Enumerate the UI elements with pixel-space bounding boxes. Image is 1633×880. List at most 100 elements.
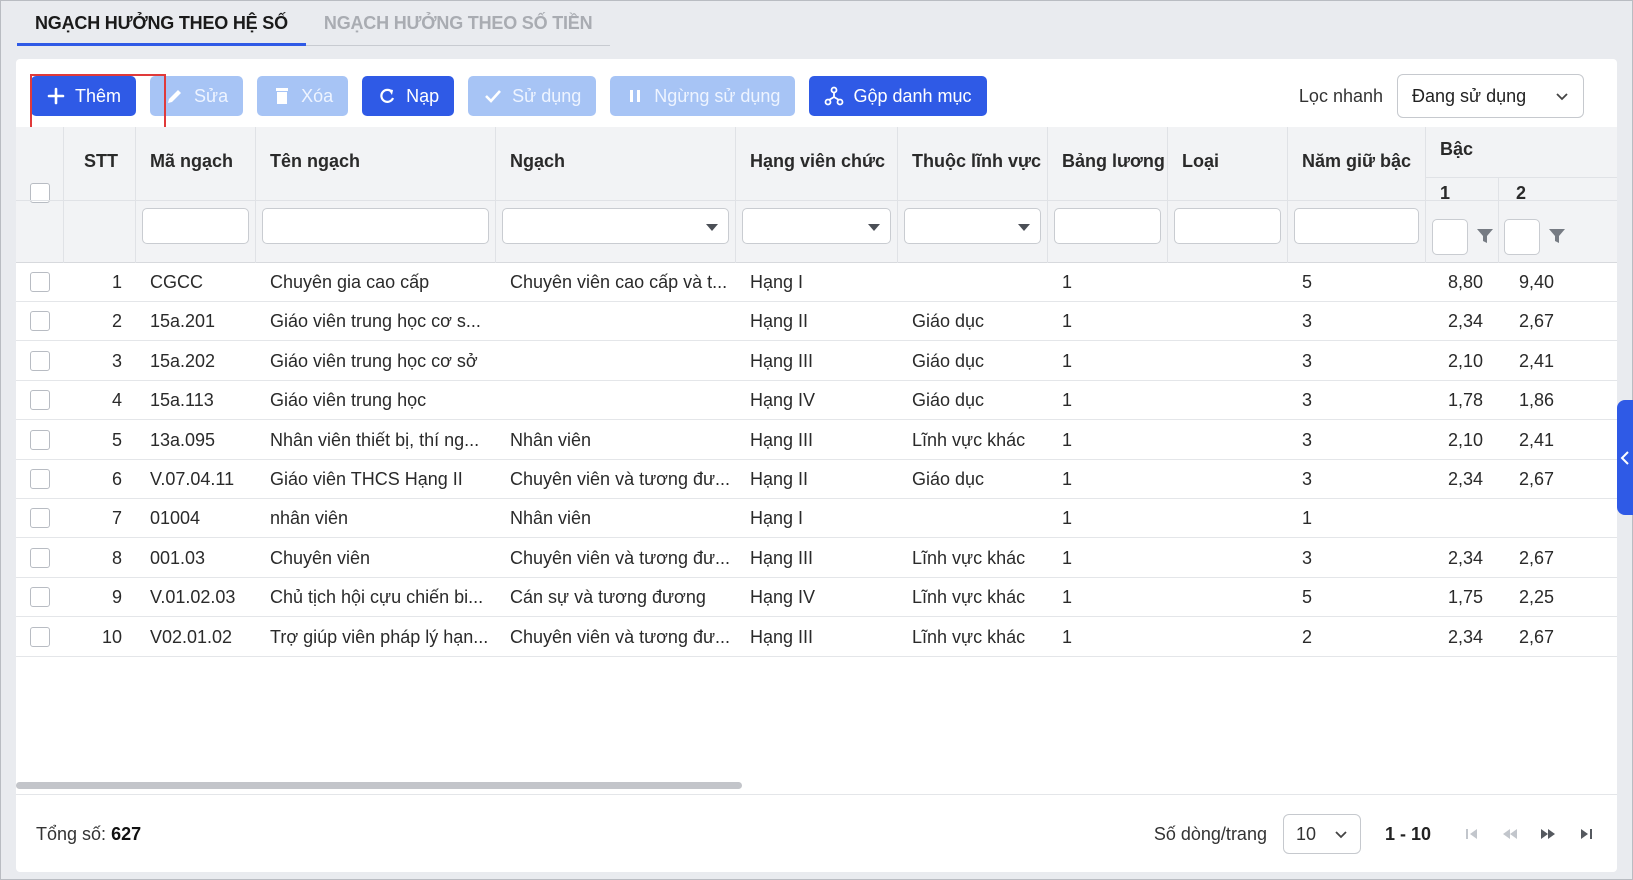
check-icon — [485, 90, 502, 103]
next-page-icon[interactable] — [1537, 823, 1559, 845]
delete-button[interactable]: Xóa — [257, 76, 349, 116]
cell-stt: 2 — [111, 311, 122, 332]
filter-nam-giu-bac[interactable] — [1294, 208, 1419, 244]
stop-use-button[interactable]: Ngừng sử dụng — [610, 76, 796, 116]
table-row[interactable]: 6 V.07.04.11 Giáo viên THCS Hạng II Chuyên … — [16, 460, 1617, 499]
table-row[interactable]: 9 V.01.02.03 Chủ tịch hội cựu chiến bi... C… — [16, 578, 1617, 618]
cell-stt: 1 — [111, 272, 122, 292]
caret-down-icon — [868, 224, 880, 231]
cell-linh-vuc — [912, 263, 1044, 302]
use-button-label: Sử dụng — [512, 85, 582, 106]
table-row[interactable]: 7 01004 nhân viên Nhân viên Hạng I 1 1 — [16, 499, 1617, 539]
cell-stt: 8 — [111, 547, 122, 568]
cell-ma: V02.01.02 — [150, 626, 233, 647]
cell-loai — [1182, 342, 1282, 381]
chevron-down-icon — [1556, 93, 1568, 101]
cell-b2: 2,67 — [1518, 469, 1554, 489]
cell-ten: Trợ giúp viên pháp lý hạn... — [270, 626, 489, 647]
use-button[interactable]: Sử dụng — [468, 76, 597, 116]
filter-ten-ngach[interactable] — [262, 208, 489, 244]
row-checkbox[interactable] — [30, 429, 50, 450]
cell-nam: 1 — [1302, 508, 1313, 529]
header-ma-ngach: Mã ngạch — [136, 127, 256, 263]
pencil-icon — [168, 90, 182, 103]
edit-button-label: Sửa — [194, 85, 229, 106]
cell-b1 — [1426, 499, 1483, 538]
cell-nam: 3 — [1302, 429, 1313, 450]
funnel-icon[interactable] — [1548, 227, 1566, 245]
cell-ngach — [510, 342, 732, 381]
scrollbar-thumb[interactable] — [16, 782, 742, 789]
last-page-icon[interactable] — [1575, 823, 1597, 845]
filter-bac-1[interactable] — [1432, 219, 1468, 255]
cell-b2: 2,41 — [1518, 429, 1554, 450]
filter-bang-luong[interactable] — [1054, 208, 1161, 244]
cell-stt: 5 — [111, 429, 122, 450]
cell-loai — [1182, 302, 1282, 341]
reload-button[interactable]: Nạp — [362, 76, 455, 116]
cell-bang-luong: 1 — [1062, 508, 1073, 529]
quick-filter-select[interactable]: Đang sử dụng — [1397, 74, 1584, 118]
tab-so-tien[interactable]: NGẠCH HƯỞNG THEO SỐ TIỀN — [305, 0, 611, 46]
header-ngach-label: Ngạch — [510, 151, 566, 171]
cell-ngach: Nhân viên — [510, 429, 592, 450]
header-linh-vuc: Thuộc lĩnh vực — [898, 127, 1048, 263]
cell-b1: 2,10 — [1447, 350, 1483, 371]
cell-b2: 9,40 — [1518, 272, 1554, 292]
cell-ngach: Chuyên viên và tương đư... — [510, 626, 731, 647]
filter-linh-vuc-dropdown[interactable] — [904, 208, 1041, 244]
cell-stt: 9 — [111, 587, 122, 608]
cell-ngach — [510, 381, 732, 420]
toolbar: Thêm Sửa Xóa Nạp Sử dụng Ngừng sử dụng G… — [30, 74, 1001, 149]
table-row[interactable]: 8 001.03 Chuyên viên Chuyên viên và tương đ… — [16, 539, 1617, 578]
prev-page-icon[interactable] — [1499, 823, 1521, 845]
row-checkbox[interactable] — [30, 350, 50, 371]
filter-loai[interactable] — [1174, 208, 1281, 244]
table-row[interactable]: 5 13a.095 Nhân viên thiết bị, thí ng... Nhâ… — [16, 421, 1617, 460]
filter-bac-2[interactable] — [1504, 219, 1540, 255]
table-row[interactable]: 2 15a.201 Giáo viên trung học cơ s... Hạng … — [16, 302, 1617, 342]
row-checkbox[interactable] — [30, 508, 50, 529]
horizontal-scrollbar[interactable] — [16, 782, 1617, 789]
table-row[interactable]: 1 CGCC Chuyên gia cao cấp Chuyên viên cao c… — [16, 263, 1617, 302]
row-checkbox[interactable] — [30, 469, 50, 489]
cell-hang: Hạng III — [750, 547, 814, 568]
side-panel-toggle[interactable] — [1617, 400, 1633, 515]
bac-col-divider — [1498, 177, 1499, 263]
page-range: 1 - 10 — [1384, 823, 1431, 844]
row-checkbox[interactable] — [30, 626, 50, 647]
cell-ngach: Chuyên viên và tương đư... — [510, 547, 731, 568]
row-checkbox[interactable] — [30, 311, 50, 332]
cell-nam: 3 — [1302, 350, 1313, 371]
cell-nam: 5 — [1302, 272, 1313, 292]
header-ma-ngach-label: Mã ngạch — [150, 151, 234, 171]
filter-ngach-dropdown[interactable] — [502, 208, 729, 244]
cell-ten: Giáo viên trung học — [270, 390, 427, 411]
chevron-left-icon — [1620, 450, 1629, 465]
first-page-icon[interactable] — [1461, 823, 1483, 845]
row-checkbox[interactable] — [30, 272, 50, 292]
funnel-icon[interactable] — [1476, 227, 1494, 245]
table-row[interactable]: 10 V02.01.02 Trợ giúp viên pháp lý hạn... C… — [16, 618, 1617, 657]
cell-bang-luong: 1 — [1062, 587, 1073, 608]
cell-loai — [1182, 578, 1282, 617]
table-row[interactable]: 3 15a.202 Giáo viên trung học cơ sở Hạng II… — [16, 342, 1617, 381]
rows-per-page-select[interactable]: 10 — [1282, 814, 1361, 854]
cell-ma: 15a.202 — [150, 350, 216, 371]
filter-ma-ngach[interactable] — [142, 208, 249, 244]
row-checkbox[interactable] — [30, 587, 50, 608]
merge-button[interactable]: Gộp danh mục — [809, 76, 987, 116]
table-row[interactable]: 4 15a.113 Giáo viên trung học Hạng IV Giáo d… — [16, 381, 1617, 421]
filter-hang-dropdown[interactable] — [742, 208, 891, 244]
header-divider — [16, 200, 1617, 201]
cell-ten: Giáo viên trung học cơ s... — [270, 311, 481, 332]
header-ten-ngach-label: Tên ngạch — [270, 151, 361, 171]
table-header: STT Mã ngạch Tên ngạch Ngạch Hạng viên c… — [16, 127, 1617, 263]
tab-he-so[interactable]: NGẠCH HƯỞNG THEO HỆ SỐ — [17, 0, 306, 46]
row-checkbox[interactable] — [30, 390, 50, 411]
cell-loai — [1182, 539, 1282, 578]
cell-ma: CGCC — [150, 272, 203, 292]
header-select-all — [16, 127, 64, 263]
row-checkbox[interactable] — [30, 547, 50, 568]
cell-b1: 2,34 — [1447, 469, 1483, 489]
